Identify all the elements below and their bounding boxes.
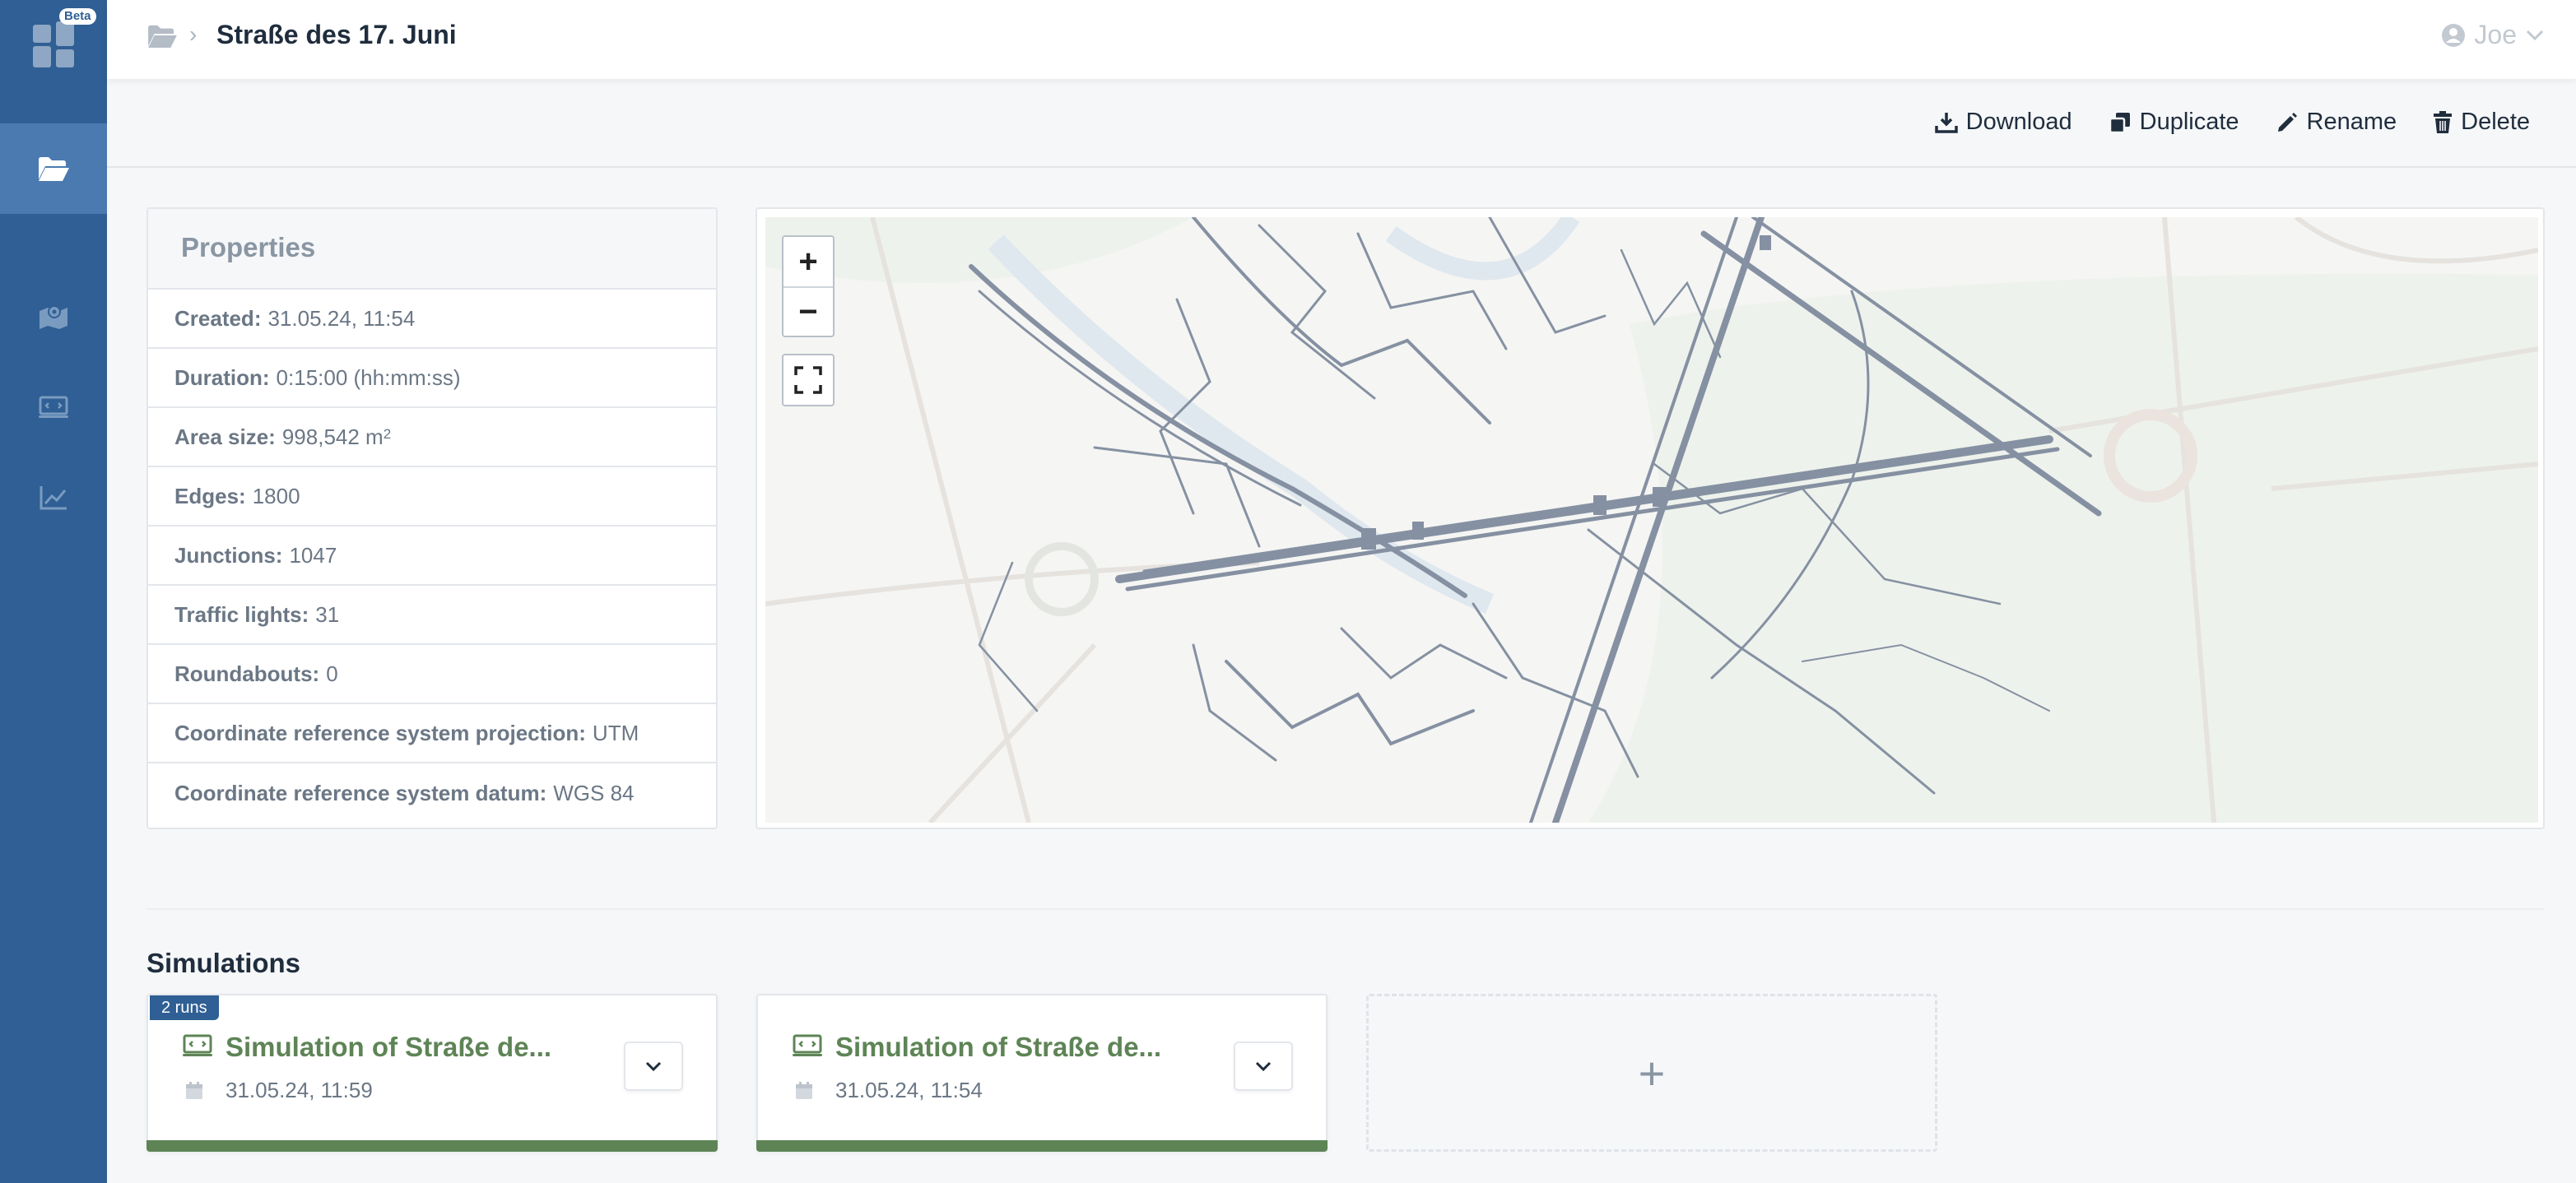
fullscreen-icon <box>794 366 822 394</box>
simulation-icon <box>183 1034 212 1056</box>
road-network-overlay <box>765 217 2538 823</box>
sidebar-item-analysis[interactable] <box>0 452 107 543</box>
properties-title: Properties <box>148 209 716 290</box>
action-toolbar: Download Duplicate Rename Delete <box>107 79 2576 168</box>
simulation-title[interactable]: Simulation of Straße de... <box>226 1032 551 1063</box>
calendar-icon <box>186 1082 202 1099</box>
sidebar-item-simulations[interactable] <box>0 362 107 452</box>
delete-button[interactable]: Delete <box>2433 109 2530 136</box>
property-traffic-lights: Traffic lights: 31 <box>148 586 716 645</box>
chart-line-icon <box>40 486 67 510</box>
sidebar-item-networks[interactable] <box>0 123 107 214</box>
duplicate-button[interactable]: Duplicate <box>2109 109 2239 136</box>
expand-button[interactable] <box>624 1042 683 1091</box>
add-simulation-button[interactable]: + <box>1366 994 1937 1152</box>
card-status-bar <box>756 1140 1328 1152</box>
fullscreen-button[interactable] <box>782 354 835 406</box>
simulations-heading: Simulations <box>146 948 301 978</box>
card-status-bar <box>146 1140 718 1152</box>
page-title: Straße des 17. Juni <box>216 20 457 49</box>
user-name: Joe <box>2474 20 2517 49</box>
zoom-in-button[interactable]: + <box>783 237 833 286</box>
download-button[interactable]: Download <box>1934 109 2072 136</box>
simulation-icon <box>39 396 68 418</box>
simulation-card[interactable]: Simulation of Straße de... 31.05.24, 11:… <box>756 994 1328 1152</box>
pencil-icon <box>2277 112 2297 132</box>
simulation-title[interactable]: Simulation of Straße de... <box>835 1032 1161 1063</box>
simulation-date: 31.05.24, 11:59 <box>226 1078 373 1102</box>
calendar-icon <box>796 1082 812 1099</box>
user-menu[interactable]: Joe <box>2441 20 2545 50</box>
properties-panel: Properties Created: 31.05.24, 11:54 Durat… <box>146 207 718 829</box>
map-marker-icon <box>40 305 67 329</box>
expand-button[interactable] <box>1234 1042 1293 1091</box>
section-divider <box>146 908 2545 910</box>
download-icon <box>1934 112 1958 133</box>
chevron-down-icon <box>2526 30 2544 40</box>
zoom-out-button[interactable]: − <box>783 286 833 336</box>
breadcrumb-separator: › <box>189 21 198 47</box>
sidebar-item-map[interactable] <box>0 271 107 362</box>
app-logo[interactable]: Beta <box>0 0 107 79</box>
folder-open-icon <box>39 157 69 181</box>
chevron-down-icon <box>1255 1061 1272 1072</box>
rename-label: Rename <box>2306 109 2397 135</box>
network-map[interactable]: + − <box>756 207 2545 829</box>
simulation-date: 31.05.24, 11:54 <box>835 1078 983 1102</box>
property-roundabouts: Roundabouts: 0 <box>148 645 716 704</box>
top-header: › Straße des 17. Juni Joe <box>107 0 2576 79</box>
simulation-card[interactable]: 2 runs Simulation of Straße de... 31.05.… <box>146 994 718 1152</box>
user-avatar-icon <box>2442 23 2466 47</box>
download-label: Download <box>1965 109 2072 135</box>
chevron-down-icon <box>645 1061 662 1072</box>
property-area-size: Area size: 998,542 m2 <box>148 408 716 467</box>
dashboard-logo-icon <box>33 21 74 67</box>
breadcrumb-folder-icon[interactable] <box>146 23 178 48</box>
property-junctions: Junctions: 1047 <box>148 527 716 586</box>
property-created: Created: 31.05.24, 11:54 <box>148 290 716 349</box>
property-crs-datum: Coordinate reference system datum: WGS 84 <box>174 780 635 805</box>
beta-badge: Beta <box>59 8 96 25</box>
delete-label: Delete <box>2461 109 2530 135</box>
runs-badge: 2 runs <box>150 995 219 1020</box>
simulation-icon <box>793 1034 822 1056</box>
property-duration: Duration: 0:15:00 (hh:mm:ss) <box>148 349 716 408</box>
copy-icon <box>2109 112 2130 133</box>
property-edges: Edges: 1800 <box>148 467 716 527</box>
property-crs-projection: Coordinate reference system projection: U… <box>148 704 716 763</box>
sidebar: Beta <box>0 0 107 1183</box>
trash-icon <box>2434 110 2453 133</box>
rename-button[interactable]: Rename <box>2276 109 2397 136</box>
zoom-control: + − <box>782 235 835 337</box>
duplicate-label: Duplicate <box>2139 109 2239 135</box>
